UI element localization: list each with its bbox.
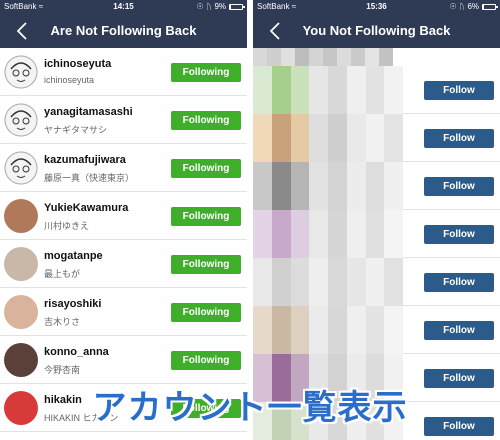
battery-icon [229, 4, 245, 10]
list-item[interactable]: Follow [253, 210, 500, 258]
list-item[interactable]: Follow [253, 162, 500, 210]
page-title: You Not Following Back [302, 23, 451, 38]
bluetooth-icon: ᚢ [459, 2, 465, 11]
display-name: 今野杏南 [44, 365, 81, 375]
list-item[interactable]: ichinoseyuta ichinoseyuta Following [0, 48, 247, 96]
status-bar: SoftBank ≈ 14:15 ☉ ᚢ 9% [0, 0, 247, 14]
following-button[interactable]: Following [171, 351, 241, 370]
follow-button[interactable]: Follow [424, 273, 494, 292]
list-item[interactable]: mogatanpe 最上もが Following [0, 240, 247, 288]
display-name: 川村ゆきえ [44, 221, 90, 231]
orientation-lock-icon: ☉ [449, 2, 457, 11]
blurred-header-strip [253, 48, 500, 66]
list-item[interactable]: yanagitamasashi ヤナギタマサシ Following [0, 96, 247, 144]
pixelated-user-info [253, 114, 403, 162]
left-screen: SoftBank ≈ 14:15 ☉ ᚢ 9% Are Not Followin… [0, 0, 247, 440]
avatar[interactable] [4, 295, 38, 329]
avatar[interactable] [4, 199, 38, 233]
right-screen: SoftBank ≈ 15:36 ☉ ᚢ 6% You Not Followin… [253, 0, 500, 440]
page-title: Are Not Following Back [50, 23, 197, 38]
nav-bar: You Not Following Back [253, 14, 500, 48]
following-button[interactable]: Following [171, 63, 241, 82]
battery-percent: 9% [214, 2, 226, 11]
display-name: 吉木りさ [44, 317, 81, 327]
following-button[interactable]: Following [171, 255, 241, 274]
follow-button[interactable]: Follow [424, 321, 494, 340]
avatar[interactable] [4, 247, 38, 281]
battery-percent: 6% [467, 2, 479, 11]
username: YukieKawamura [44, 202, 129, 214]
orientation-lock-icon: ☉ [196, 2, 204, 11]
pixelated-user-info [253, 66, 403, 114]
pixelated-user-info [253, 258, 403, 306]
avatar[interactable] [4, 343, 38, 377]
display-name: 藤原一真（快速東京） [44, 173, 135, 183]
status-right: ☉ ᚢ 6% [449, 0, 498, 14]
status-right: ☉ ᚢ 9% [196, 0, 245, 14]
list-item[interactable]: YukieKawamura 川村ゆきえ Following [0, 192, 247, 240]
display-name: 最上もが [44, 269, 81, 279]
list-item[interactable]: kazumafujiwara 藤原一真（快速東京） Following [0, 144, 247, 192]
caption-overlay: アカウント一覧表示 [92, 389, 408, 427]
avatar[interactable] [4, 55, 38, 89]
bluetooth-icon: ᚢ [206, 2, 212, 11]
nav-bar: Are Not Following Back [0, 14, 247, 48]
pixelated-user-info [253, 162, 403, 210]
battery-icon [482, 4, 498, 10]
follow-button[interactable]: Follow [424, 225, 494, 244]
pixelated-user-info [253, 210, 403, 258]
display-name: ichinoseyuta [44, 75, 95, 85]
username: risayoshiki [44, 298, 102, 310]
avatar[interactable] [4, 103, 38, 137]
not-following-back-list: ichinoseyuta ichinoseyuta Following yanagit… [0, 48, 247, 432]
follow-button[interactable]: Follow [424, 129, 494, 148]
list-item[interactable]: konno_anna 今野杏南 Following [0, 336, 247, 384]
list-item[interactable]: Follow [253, 306, 500, 354]
following-button[interactable]: Following [171, 303, 241, 322]
status-bar: SoftBank ≈ 15:36 ☉ ᚢ 6% [253, 0, 500, 14]
username: konno_anna [44, 346, 109, 358]
list-item[interactable]: Follow [253, 66, 500, 114]
username: mogatanpe [44, 250, 103, 262]
following-button[interactable]: Following [171, 207, 241, 226]
pixelated-user-info [253, 306, 403, 354]
list-item[interactable]: Follow [253, 114, 500, 162]
avatar[interactable] [4, 151, 38, 185]
following-button[interactable]: Following [171, 111, 241, 130]
username: ichinoseyuta [44, 58, 112, 70]
username: yanagitamasashi [44, 106, 133, 118]
following-button[interactable]: Following [171, 159, 241, 178]
list-item[interactable]: risayoshiki 吉木りさ Following [0, 288, 247, 336]
username: kazumafujiwara [44, 154, 126, 166]
follow-button[interactable]: Follow [424, 81, 494, 100]
list-item[interactable]: Follow [253, 258, 500, 306]
follow-button[interactable]: Follow [424, 177, 494, 196]
display-name: ヤナギタマサシ [44, 125, 108, 135]
